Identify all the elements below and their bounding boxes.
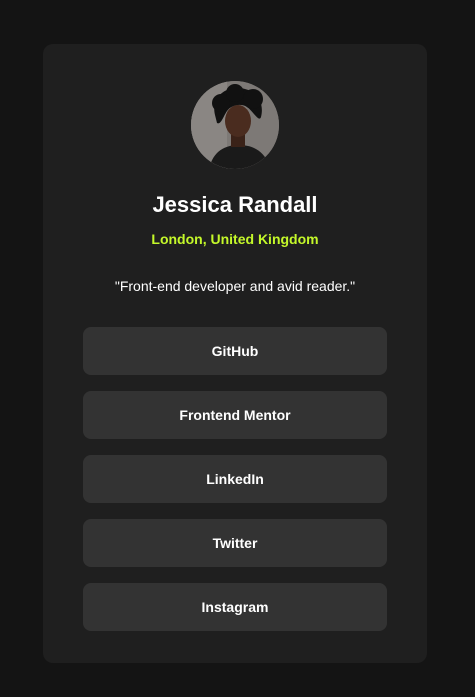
twitter-link-button[interactable]: Twitter: [83, 519, 387, 567]
instagram-link-button[interactable]: Instagram: [83, 583, 387, 631]
github-link-button[interactable]: GitHub: [83, 327, 387, 375]
social-links-list: GitHub Frontend Mentor LinkedIn Twitter …: [83, 327, 387, 647]
frontend-mentor-link-button[interactable]: Frontend Mentor: [83, 391, 387, 439]
profile-card: Jessica Randall London, United Kingdom "…: [43, 44, 427, 663]
avatar-photo: [191, 81, 279, 169]
profile-name: Jessica Randall: [152, 192, 318, 217]
profile-bio: "Front-end developer and avid reader.": [114, 278, 356, 294]
avatar: [191, 81, 279, 169]
profile-location: London, United Kingdom: [151, 231, 319, 247]
linkedin-link-button[interactable]: LinkedIn: [83, 455, 387, 503]
